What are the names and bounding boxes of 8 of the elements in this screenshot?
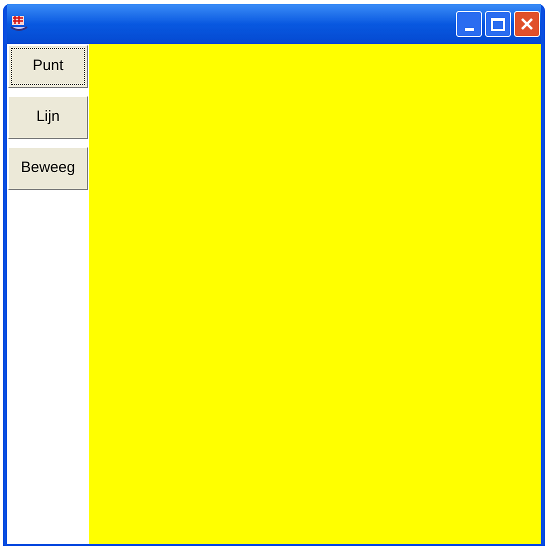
app-icon: [9, 14, 29, 34]
tool-button[interactable]: Lijn: [8, 96, 88, 139]
close-button[interactable]: [514, 11, 540, 37]
minimize-button[interactable]: [456, 11, 482, 37]
tool-button[interactable]: Beweeg: [8, 147, 88, 190]
close-icon: [520, 17, 534, 31]
maximize-button[interactable]: [485, 11, 511, 37]
tool-button[interactable]: Punt: [8, 45, 88, 88]
